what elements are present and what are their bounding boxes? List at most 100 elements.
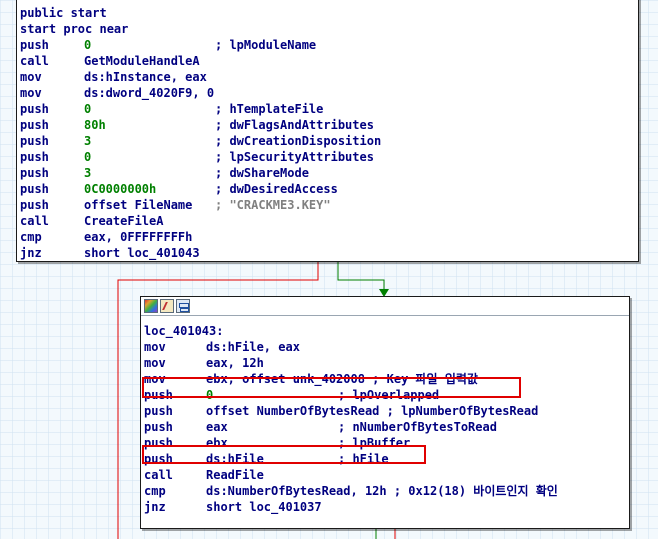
- operand: CreateFileA: [84, 214, 164, 228]
- operand: short loc_401037: [206, 500, 322, 514]
- operand: ds:NumberOfBytesRead, 12h ; 0x12(18) 바이트…: [206, 484, 558, 498]
- code-line[interactable]: push eax ; nNumberOfBytesToRead: [144, 419, 626, 435]
- comment: ; lpBuffer: [338, 436, 411, 450]
- code-line[interactable]: push 0 ; lpOverlapped: [144, 387, 626, 403]
- operand: ReadFile: [206, 468, 264, 482]
- code-line[interactable]: push 80h ; dwFlagsAndAttributes: [20, 117, 635, 133]
- comment: ; lpModuleName: [215, 38, 317, 52]
- mnemonic: push: [20, 150, 49, 164]
- operand: offset FileName: [84, 198, 193, 212]
- mnemonic: push: [20, 198, 49, 212]
- code-line[interactable]: push 0C0000000h ; dwDesiredAccess: [20, 181, 635, 197]
- operand: 3: [84, 166, 92, 180]
- mnemonic: push: [20, 38, 49, 52]
- comment: ; "CRACKME3.KEY": [215, 198, 331, 212]
- code-line[interactable]: push offset FileName ; "CRACKME3.KEY": [20, 197, 635, 213]
- mnemonic: push: [20, 118, 49, 132]
- comment: ; hTemplateFile: [215, 102, 324, 116]
- comment: ; lpSecurityAttributes: [215, 150, 374, 164]
- code-line[interactable]: mov ds:dword_4020F9, 0: [20, 85, 635, 101]
- mnemonic: mov: [144, 356, 166, 370]
- code-line[interactable]: push ds:hFile ; hFile: [144, 451, 626, 467]
- operand: offset NumberOfBytesRead ; lpNumberOfByt…: [206, 404, 539, 418]
- mnemonic: push: [144, 404, 173, 418]
- operand: 0: [84, 38, 92, 52]
- mnemonic: mov: [20, 70, 42, 84]
- comment: ; dwShareMode: [215, 166, 309, 180]
- code-line[interactable]: push 0 ; lpSecurityAttributes: [20, 149, 635, 165]
- mnemonic: jnz: [144, 500, 166, 514]
- operand: GetModuleHandleA: [84, 54, 200, 68]
- code-line[interactable]: call CreateFileA: [20, 213, 635, 229]
- operand: eax, 0FFFFFFFFh: [84, 230, 193, 244]
- code-line[interactable]: jnz short loc_401043: [20, 245, 635, 261]
- comment: ; dwFlagsAndAttributes: [215, 118, 374, 132]
- mnemonic: call: [20, 214, 49, 228]
- operand: eax: [206, 420, 228, 434]
- operand: 0: [206, 388, 214, 402]
- mnemonic: push: [144, 436, 173, 450]
- comment: ; lpOverlapped: [338, 388, 440, 402]
- code-line[interactable]: push offset NumberOfBytesRead ; lpNumberO…: [144, 403, 626, 419]
- comment: ; dwCreationDisposition: [215, 134, 382, 148]
- block-lines: loc_401043: mov ds:hFile, eax mov eax, 12h m…: [141, 316, 629, 515]
- line-public-start[interactable]: public start: [20, 5, 635, 21]
- comment: ; dwDesiredAccess: [215, 182, 338, 196]
- operand: ds:dword_4020F9, 0: [84, 86, 215, 100]
- operand: ds:hFile: [206, 452, 264, 466]
- mnemonic: mov: [144, 372, 166, 386]
- code-line[interactable]: push 3 ; dwShareMode: [20, 165, 635, 181]
- operand: eax, 12h: [206, 356, 264, 370]
- mnemonic: jnz: [20, 246, 42, 260]
- mnemonic: mov: [20, 86, 42, 100]
- operand: ds:hInstance, eax: [84, 70, 207, 84]
- color-palette-icon[interactable]: [144, 299, 158, 313]
- line-proc-start[interactable]: start proc near: [20, 21, 635, 37]
- operand: 0: [84, 102, 92, 116]
- code-line[interactable]: call ReadFile: [144, 467, 626, 483]
- code-line[interactable]: push 3 ; dwCreationDisposition: [20, 133, 635, 149]
- header-text: public start: [20, 6, 107, 20]
- operand: ebx, offset unk_402008 ; Key 파일 입력값: [206, 372, 478, 386]
- header-text: start proc near: [20, 22, 129, 36]
- comment: ; hFile: [338, 452, 389, 466]
- block-titlebar: [141, 297, 629, 316]
- graph-overview-icon[interactable]: [176, 299, 190, 313]
- mnemonic: mov: [144, 340, 166, 354]
- edge-true-branch: [337, 262, 385, 291]
- code-line[interactable]: cmp ds:NumberOfBytesRead, 12h ; 0x12(18) …: [144, 483, 626, 499]
- code-line[interactable]: push 0 ; lpModuleName: [20, 37, 635, 53]
- comment: ; nNumberOfBytesToRead: [338, 420, 497, 434]
- mnemonic: push: [20, 182, 49, 196]
- operand: 0: [84, 150, 92, 164]
- code-line[interactable]: push 0 ; hTemplateFile: [20, 101, 635, 117]
- code-line[interactable]: jnz short loc_401037: [144, 499, 626, 515]
- operand: ds:hFile, eax: [206, 340, 300, 354]
- code-line[interactable]: call GetModuleHandleA: [20, 53, 635, 69]
- code-line[interactable]: mov ebx, offset unk_402008 ; Key 파일 입력값: [144, 371, 626, 387]
- code-line[interactable]: mov ds:hInstance, eax: [20, 69, 635, 85]
- mnemonic: cmp: [20, 230, 42, 244]
- line-label[interactable]: loc_401043:: [144, 323, 626, 339]
- mnemonic: push: [144, 452, 173, 466]
- code-line[interactable]: mov ds:hFile, eax: [144, 339, 626, 355]
- edit-pencil-icon[interactable]: [160, 299, 174, 313]
- code-line[interactable]: cmp eax, 0FFFFFFFFh: [20, 229, 635, 245]
- code-line[interactable]: mov eax, 12h: [144, 355, 626, 371]
- mnemonic: cmp: [144, 484, 166, 498]
- location-label: loc_401043:: [144, 324, 224, 338]
- operand: short loc_401043: [84, 246, 200, 260]
- block-lines: public start start proc near push 0 ; lpMo…: [17, 0, 638, 261]
- code-block-loc-401043[interactable]: loc_401043: mov ds:hFile, eax mov eax, 12h m…: [140, 296, 630, 529]
- mnemonic: push: [20, 166, 49, 180]
- operand: 3: [84, 134, 92, 148]
- mnemonic: call: [144, 468, 173, 482]
- operand: ebx: [206, 436, 228, 450]
- mnemonic: call: [20, 54, 49, 68]
- code-line[interactable]: push ebx ; lpBuffer: [144, 435, 626, 451]
- operand: 80h: [84, 118, 106, 132]
- operand: 0C0000000h: [84, 182, 157, 196]
- mnemonic: push: [20, 134, 49, 148]
- mnemonic: push: [20, 102, 49, 116]
- code-block-start[interactable]: public start start proc near push 0 ; lpMo…: [16, 0, 639, 262]
